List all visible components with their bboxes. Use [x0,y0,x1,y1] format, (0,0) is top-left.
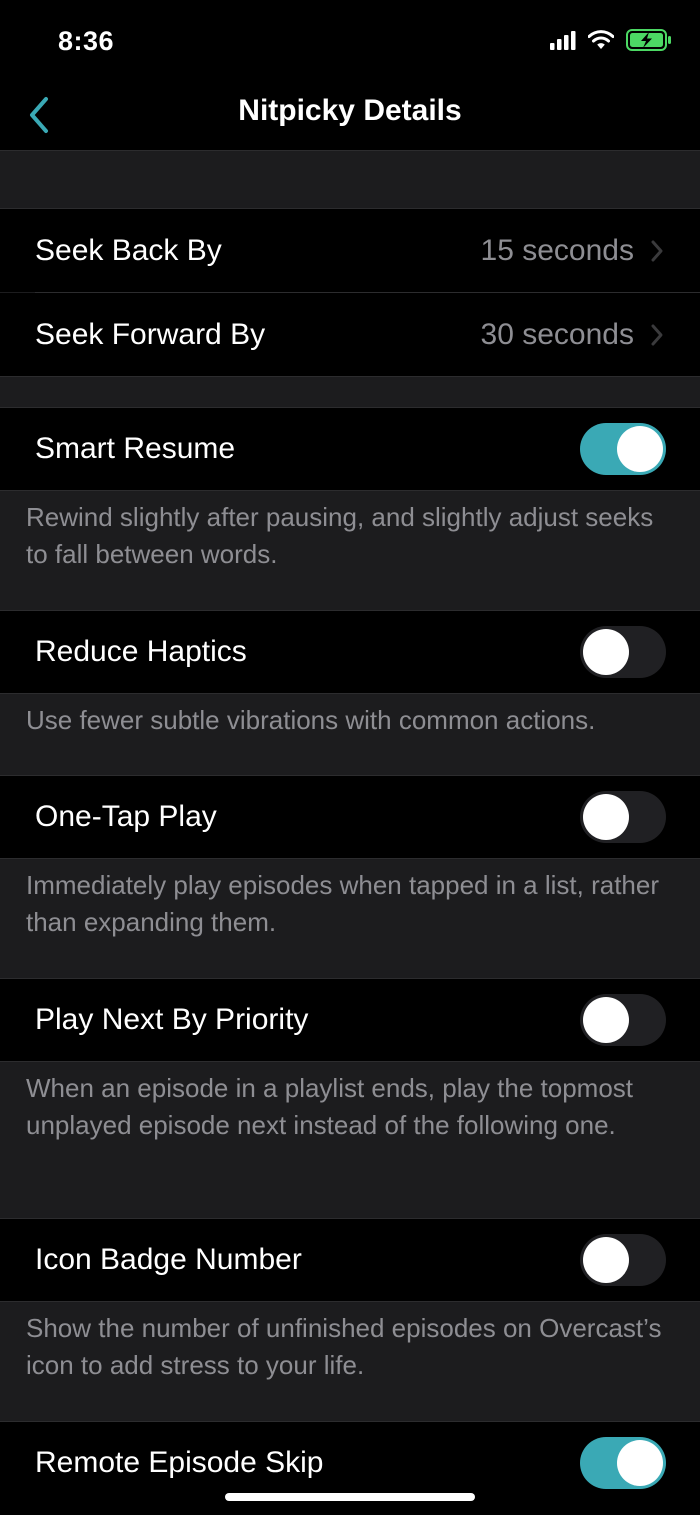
toggle-knob [583,997,629,1043]
icon-badge-number-footer: Show the number of unfinished episodes o… [26,1313,662,1380]
play-next-by-priority-label: Play Next By Priority [35,1003,309,1036]
page-title: Nitpicky Details [238,94,462,127]
smart-resume-row: Smart Resume [0,408,700,490]
navigation-bar: Nitpicky Details [0,80,700,151]
one-tap-play-label: One-Tap Play [35,800,217,833]
one-tap-play-toggle[interactable] [580,791,666,843]
smart-resume-label: Smart Resume [35,432,236,465]
remote-episode-skip-toggle[interactable] [580,1437,666,1489]
icon-badge-number-label: Icon Badge Number [35,1243,302,1276]
seek-forward-value: 30 seconds [480,318,634,351]
icon-badge-number-row: Icon Badge Number [0,1219,700,1301]
divider [0,1061,700,1062]
play-next-by-priority-toggle[interactable] [580,994,666,1046]
reduce-haptics-row: Reduce Haptics [0,611,700,693]
seek-forward-label: Seek Forward By [35,318,266,351]
home-indicator[interactable] [225,1493,475,1501]
cellular-signal-icon [550,30,576,55]
seek-back-label: Seek Back By [35,234,222,267]
smart-resume-toggle[interactable] [580,423,666,475]
remote-episode-skip-label: Remote Episode Skip [35,1446,324,1479]
reduce-haptics-toggle[interactable] [580,626,666,678]
chevron-right-icon [651,240,663,262]
play-next-by-priority-footer: When an episode in a playlist ends, play… [26,1073,634,1140]
seek-forward-row[interactable]: Seek Forward By 30 seconds [0,293,700,376]
reduce-haptics-footer: Use fewer subtle vibrations with common … [26,705,596,735]
remote-episode-skip-row: Remote Episode Skip [0,1422,700,1515]
divider [0,693,700,694]
status-icons [550,28,672,56]
one-tap-play-row: One-Tap Play [0,776,700,858]
toggle-knob [583,1237,629,1283]
seek-back-row[interactable]: Seek Back By 15 seconds [0,209,700,292]
toggle-knob [583,629,629,675]
chevron-right-icon [651,324,663,346]
toggle-knob [583,794,629,840]
divider [0,376,700,377]
battery-charging-icon [626,28,672,56]
toggle-knob [617,426,663,472]
divider [0,1301,700,1302]
divider [0,490,700,491]
seek-back-value: 15 seconds [480,234,634,267]
status-bar: 8:36 [0,0,700,80]
divider [0,858,700,859]
play-next-by-priority-row: Play Next By Priority [0,979,700,1061]
icon-badge-number-toggle[interactable] [580,1234,666,1286]
one-tap-play-footer: Immediately play episodes when tapped in… [26,870,660,937]
smart-resume-footer: Rewind slightly after pausing, and sligh… [26,502,654,569]
reduce-haptics-label: Reduce Haptics [35,635,247,668]
status-time: 8:36 [58,26,115,56]
wifi-icon [587,29,615,55]
toggle-knob [617,1440,663,1486]
